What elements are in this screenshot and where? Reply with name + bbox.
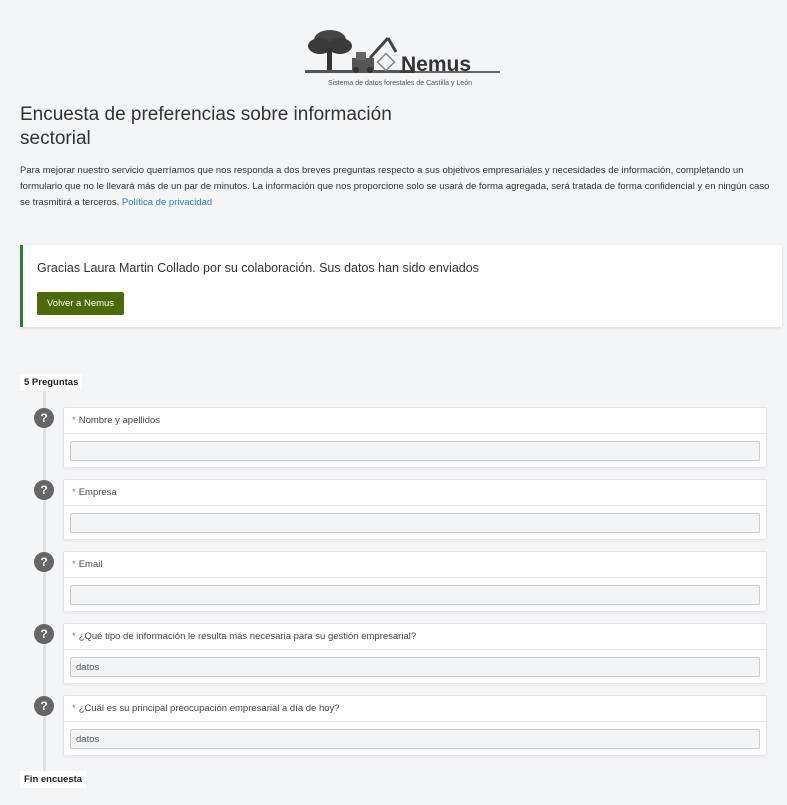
end-survey-badge: Fin encuesta bbox=[20, 771, 87, 788]
page-title: Encuesta de preferencias sobre informaci… bbox=[20, 104, 392, 149]
question-divider bbox=[64, 577, 766, 578]
question-card-concern: * ¿Cuál es su principal preocupación empr… bbox=[63, 695, 767, 756]
required-mark: * bbox=[72, 631, 76, 642]
thanks-message: Gracias Laura Martin Collado por su cola… bbox=[37, 261, 479, 275]
question-icon: ? bbox=[34, 552, 54, 572]
question-label-text: ¿Qué tipo de información le resulta más … bbox=[78, 631, 417, 642]
required-mark: * bbox=[72, 415, 76, 426]
info-type-field[interactable] bbox=[70, 657, 760, 677]
question-card-company: * Empresa bbox=[63, 479, 767, 540]
logo-name: Nemus bbox=[401, 53, 472, 76]
question-divider bbox=[64, 649, 766, 650]
survey-page: Sistema de datos forestales de Castilla … bbox=[0, 0, 787, 805]
intro-text: Para mejorar nuestro servicio querríamos… bbox=[20, 163, 780, 211]
question-label: * ¿Qué tipo de información le resulta más… bbox=[72, 631, 416, 642]
email-field[interactable] bbox=[70, 585, 760, 605]
question-label: * ¿Cuál es su principal preocupación empr… bbox=[72, 703, 340, 714]
question-card-name: * Nombre y apellidos bbox=[63, 407, 767, 468]
question-divider bbox=[64, 433, 766, 434]
question-icon: ? bbox=[34, 408, 54, 428]
required-mark: * bbox=[72, 703, 76, 714]
required-mark: * bbox=[72, 559, 76, 570]
question-icon: ? bbox=[34, 624, 54, 644]
question-label: * Email bbox=[72, 559, 102, 570]
question-icon: ? bbox=[34, 480, 54, 500]
company-field[interactable] bbox=[70, 513, 760, 533]
question-card-email: * Email bbox=[63, 551, 767, 612]
questions-count-badge: 5 Preguntas bbox=[20, 374, 83, 391]
question-divider bbox=[64, 721, 766, 722]
question-label-text: ¿Cuál es su principal preocupación empre… bbox=[78, 703, 340, 714]
question-label: * Empresa bbox=[72, 487, 117, 498]
back-to-nemus-button[interactable]: Volver a Nemus bbox=[37, 292, 125, 315]
question-divider bbox=[64, 505, 766, 506]
question-label-text: Nombre y apellidos bbox=[78, 415, 161, 426]
question-label-text: Empresa bbox=[78, 487, 117, 498]
required-mark: * bbox=[72, 487, 76, 498]
privacy-policy-link[interactable]: Política de privacidad bbox=[122, 197, 212, 208]
question-icon: ? bbox=[34, 696, 54, 716]
question-label: * Nombre y apellidos bbox=[72, 415, 160, 426]
concern-field[interactable] bbox=[70, 729, 760, 749]
thanks-card: Gracias Laura Martin Collado por su cola… bbox=[20, 245, 782, 327]
name-field[interactable] bbox=[70, 441, 760, 461]
question-card-info-type: * ¿Qué tipo de información le resulta más… bbox=[63, 623, 767, 684]
question-label-text: Email bbox=[78, 559, 103, 570]
logo-subtitle: Sistema de datos forestales de Castilla … bbox=[328, 80, 472, 87]
